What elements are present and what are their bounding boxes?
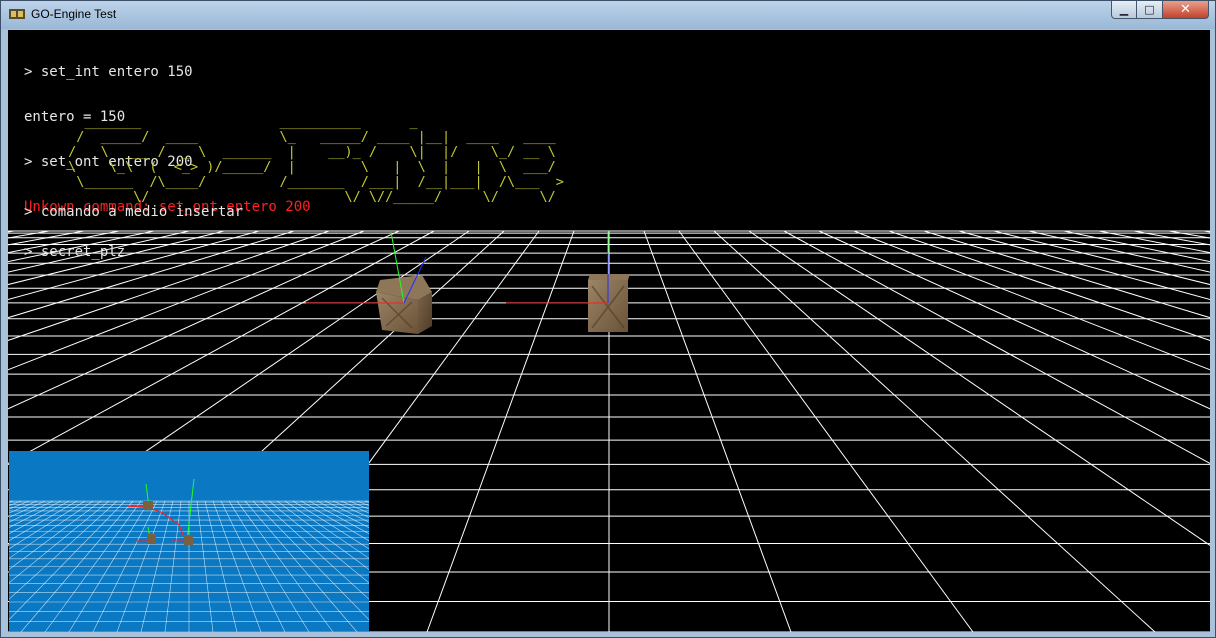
app-window: GO-Engine Test ▁ □ ✕ > set_int entero 15… [0,0,1216,638]
secondary-viewport [9,451,369,632]
console-input[interactable]: > comando a medio insertar [24,205,243,220]
go-engine-ascii-logo: _______ __________ _ / _____/ ____ \_ __… [68,114,564,205]
title-bar[interactable]: GO-Engine Test ▁ □ ✕ [1,1,1215,29]
crate-left [376,275,432,334]
maximize-button[interactable]: □ [1137,1,1163,19]
console-line: > secret_plz [24,244,126,260]
minimize-button[interactable]: ▁ [1111,1,1137,19]
window-controls: ▁ □ ✕ [1111,1,1209,20]
close-button[interactable]: ✕ [1163,1,1209,19]
window-title: GO-Engine Test [31,7,117,21]
close-icon: ✕ [1180,2,1191,17]
render-area[interactable]: > set_int entero 150 entero = 150 > set_… [8,30,1210,632]
maximize-icon: □ [1144,3,1155,16]
app-icon [9,9,25,19]
console-line: > set_int entero 150 [24,64,193,80]
minimize-icon: ▁ [1119,3,1129,16]
